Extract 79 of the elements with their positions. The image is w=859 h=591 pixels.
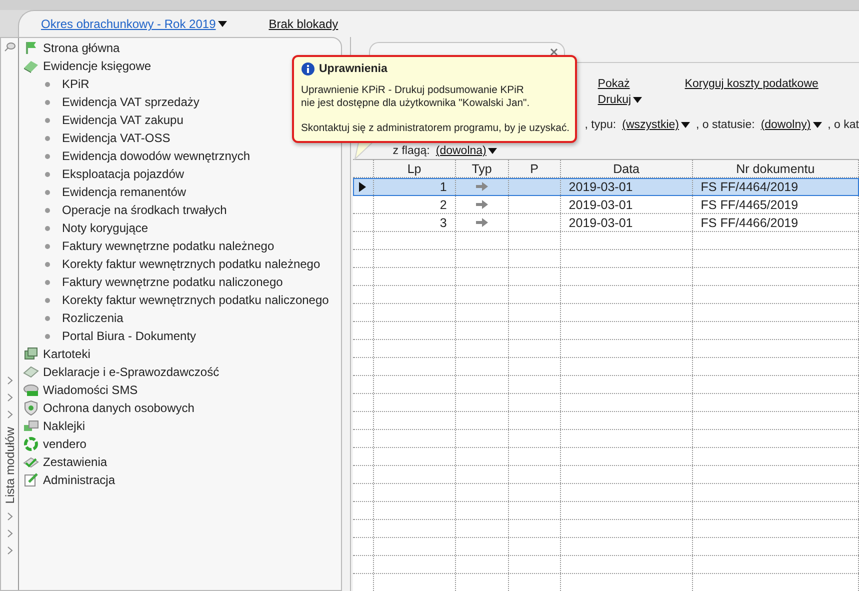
submodule-item[interactable]: KPiR [45,75,90,93]
table-row[interactable]: 3 2019-03-01 FS FF/4466/2019 [352,214,859,232]
arrow-icon [476,200,488,209]
module-icon [23,58,39,74]
module-item[interactable]: Ochrona danych osobowych [23,399,194,417]
module-icon [23,436,39,452]
module-icon [23,364,39,380]
show-link[interactable]: Pokaż [598,77,630,91]
info-icon [301,62,315,76]
submodule-item[interactable]: Ewidencja dowodów wewnętrznych [45,147,250,165]
submodule-item[interactable]: Faktury wewnętrzne podatku należnego [45,237,274,255]
module-icon [23,400,39,416]
period-link[interactable]: Okres obrachunkowy - Rok 2019 [41,17,227,31]
table-cell: 2019-03-01 [560,178,693,195]
module-item[interactable]: vendero [23,435,86,453]
caret-icon [812,122,822,128]
caret-icon [488,148,498,154]
status-dropdown[interactable]: (dowolny) [760,119,822,131]
submodule-item[interactable]: Ewidencja VAT sprzedaży [45,93,200,111]
lock-status: Brak blokady [268,17,338,31]
table-cell: FS FF/4464/2019 [692,178,859,195]
submodule-item[interactable]: Eksploatacja pojazdów [45,165,184,183]
print-menu[interactable]: Drukuj [598,93,642,107]
module-icon [23,418,39,434]
submodule-item[interactable]: Ewidencja remanentów [45,183,186,201]
table-cell: 3 [374,214,456,231]
module-icon [23,40,39,56]
table-cell: 2 [374,196,456,213]
tooltip-text: Uprawnienie KPiR - Drukuj podsumowanie KPiR [301,84,524,97]
module-item[interactable]: Ewidencje księgowe [23,57,152,75]
module-icon [23,382,39,398]
submodule-item[interactable]: Portal Biura - Dokumenty [45,327,196,345]
module-item[interactable]: Deklaracje i e-Sprawozdawczość [23,363,220,381]
tooltip-note: Skontaktuj się z administratorem programu, by je uzyskać. [301,122,570,135]
tooltip-text: nie jest dostępne dla użytkownika "Kowalski Jan". [301,97,530,110]
column-header[interactable]: Lp [374,160,456,177]
module-item[interactable]: Zestawienia [23,453,108,471]
caret-icon [633,97,642,103]
column-header[interactable]: P [508,160,561,177]
status-label: , o statusie: [696,119,755,131]
type-label: , typu: [584,119,616,131]
arrow-icon [476,218,488,227]
type-dropdown[interactable]: (wszystkie) [622,119,690,131]
submodule-item[interactable]: Korekty faktur wewnętrznych podatku naliczonego [45,291,329,309]
column-header[interactable]: Nr dokumentu [692,160,859,177]
column-header[interactable]: Typ [456,160,509,177]
module-item[interactable]: Administracja [23,471,116,489]
table-cell: 2019-03-01 [560,196,693,213]
correct-costs-link[interactable]: Koryguj koszty podatkowe [684,77,818,91]
submodule-item[interactable]: Faktury wewnętrzne podatku naliczonego [45,273,283,291]
table-cell: FS FF/4465/2019 [692,196,859,213]
table-row[interactable]: 2 2019-03-01 FS FF/4465/2019 [352,196,859,214]
strip-label[interactable]: Lista modułów [2,427,16,504]
submodule-item[interactable]: Noty korygujące [45,219,148,237]
submodule-item[interactable]: Ewidencja VAT-OSS [45,129,170,147]
module-icon [23,472,39,488]
submodule-item[interactable]: Korekty faktur wewnętrznych podatku należnego [45,255,320,273]
module-icon [23,346,39,362]
arrow-icon [476,182,488,191]
submodule-item[interactable]: Rozliczenia [45,309,124,327]
module-item[interactable]: Wiadomości SMS [23,381,138,399]
table-row[interactable]: 1 2019-03-01 FS FF/4464/2019 [352,178,859,196]
row-pointer-icon [359,182,366,192]
flag-dropdown[interactable]: (dowolna) [436,145,498,157]
submodule-item[interactable]: Ewidencja VAT zakupu [45,111,184,129]
flag-label: z flagą: [392,145,430,157]
caret-icon [681,122,690,128]
module-item[interactable]: Strona główna [23,39,120,57]
table-cell: 2019-03-01 [560,214,693,231]
module-item[interactable]: Kartoteki [23,345,90,363]
category-label: , o kat [828,119,859,131]
table-cell: 1 [374,178,456,195]
close-icon[interactable] [550,48,558,56]
caret-icon [218,21,227,27]
column-header[interactable]: Data [560,160,693,177]
tooltip-title: Uprawnienia [319,63,388,75]
submodule-item[interactable]: Operacje na środkach trwałych [45,201,227,219]
module-item[interactable]: Naklejki [23,417,86,435]
table-cell: FS FF/4466/2019 [692,214,859,231]
